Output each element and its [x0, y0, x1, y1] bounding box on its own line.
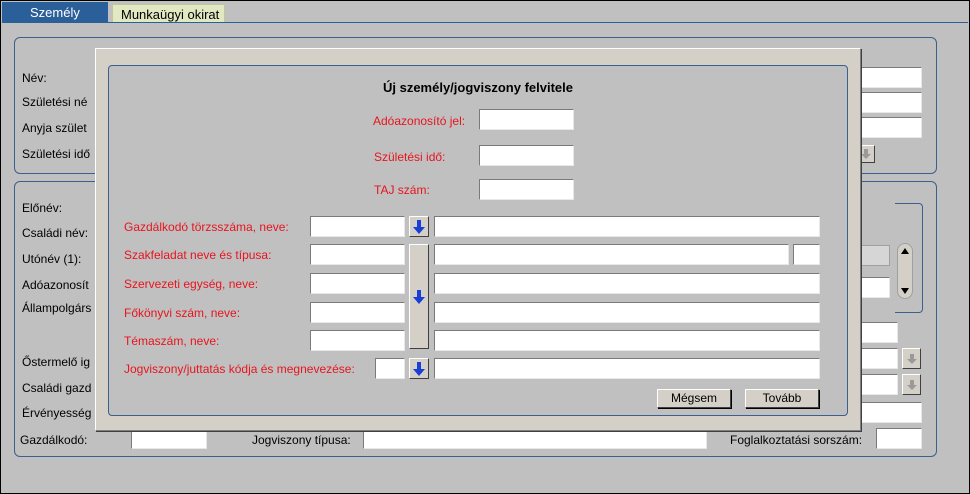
next-button[interactable]: Tovább [745, 389, 819, 408]
szakfeladat-nev-input[interactable] [434, 244, 789, 265]
szervezeti-egyseg-kod-input[interactable] [310, 273, 405, 294]
jogviszony-kod-label: Jogviszony/juttatás kódja és megnevezése… [124, 362, 355, 376]
csaladi-nev-label: Családi név: [22, 226, 89, 240]
ostermelo-field[interactable] [858, 348, 898, 369]
scroll-up-icon [901, 248, 909, 254]
szervezeti-egyseg-nev-input[interactable] [434, 273, 820, 294]
csaladi-gazd-field[interactable] [858, 374, 898, 395]
gazdalkodo-torzsszam-input[interactable] [310, 216, 405, 237]
gazdalkodo-label: Gazdálkodó: [20, 433, 88, 447]
ostermelo-label: Őstermelő ig [22, 355, 91, 369]
szuletesi-nev-field[interactable] [858, 92, 922, 113]
gazdalkodo-field[interactable] [131, 428, 207, 449]
utonev-field-disabled [858, 245, 890, 266]
arrow-down-icon [906, 353, 917, 364]
ervenyesseg-label: Érvényesség [22, 406, 92, 420]
adoazonosito-label: Adóazonosít [22, 278, 89, 292]
tab-strip-line [2, 22, 968, 23]
gazdalkodo-torzsszam-label: Gazdálkodó törzsszáma, neve: [124, 220, 289, 234]
arrow-down-icon [413, 219, 425, 234]
arrow-down-icon [413, 289, 425, 304]
szakfeladat-kod-input[interactable] [310, 244, 405, 265]
adoazonosito-jel-label: Adóazonosító jel: [373, 114, 466, 128]
jogviszony-tipusa-label: Jogviszony típusa: [252, 433, 351, 447]
foglalkoztatasi-sorszam-field[interactable] [876, 428, 922, 449]
tab-szemely[interactable]: Személy [2, 2, 108, 23]
jogviszony-tipusa-field[interactable] [363, 428, 707, 449]
adoazonosito-jel-input[interactable] [479, 109, 574, 130]
jogviszony-kod-input[interactable] [375, 358, 405, 379]
elonev-label: Előnév: [22, 201, 63, 215]
arrow-down-icon [906, 379, 917, 390]
fokonyvi-szam-label: Főkönyvi szám, neve: [124, 306, 241, 320]
tab-szemely-label: Személy [30, 5, 80, 20]
taj-szam-label: TAJ szám: [374, 183, 430, 197]
adoazonosito-field[interactable] [858, 277, 890, 298]
dialog-title: Új személy/jogviszony felvitele [382, 80, 574, 95]
arrow-down-icon [861, 149, 871, 159]
szuletesi-ido-input[interactable] [479, 145, 574, 166]
fokonyvi-nev-input[interactable] [434, 302, 820, 323]
nev-field[interactable] [858, 67, 922, 88]
fokonyvi-szam-input[interactable] [310, 302, 405, 323]
szuletesi-nev-label: Születési né [22, 95, 88, 109]
szervezeti-lookup-button[interactable] [409, 244, 429, 349]
tab-munkaugyi-okirat-label: Munkaügyi okirat [121, 7, 220, 22]
anyja-label: Anyja szület [22, 121, 87, 135]
jogviszony-lookup-button[interactable] [409, 358, 429, 379]
tab-munkaugyi-okirat[interactable]: Munkaügyi okirat [112, 4, 225, 23]
gazdalkodo-nev-input[interactable] [434, 216, 820, 237]
csaladi-gazd-label: Családi gazd [22, 381, 92, 395]
temaszam-input[interactable] [310, 330, 405, 351]
utonev-label: Utónév (1): [22, 252, 82, 266]
anyja-field[interactable] [858, 117, 922, 138]
szakfeladat-label: Szakfeladat neve és típusa: [124, 248, 272, 262]
utonev-scrollbar[interactable] [897, 243, 913, 299]
temaszam-label: Témaszám, neve: [124, 334, 220, 348]
gazdalkodo-lookup-button[interactable] [409, 216, 429, 237]
allampolgarsag-field[interactable] [858, 322, 898, 343]
allampolgarsag-label: Állampolgárs [22, 301, 92, 315]
nev-label: Név: [22, 71, 47, 85]
temaszam-nev-input[interactable] [434, 330, 820, 351]
szuletesi-ido-dialog-label: Születési idő: [374, 150, 446, 164]
csaladi-gazd-dropdown-button[interactable] [902, 374, 921, 395]
szervezeti-egyseg-label: Szervezeti egység, neve: [124, 277, 259, 291]
ostermelo-dropdown-button[interactable] [902, 348, 921, 369]
szuletesi-ido-label: Születési idő [22, 147, 91, 161]
cancel-button[interactable]: Mégsem [657, 389, 731, 408]
ervenyesseg-field[interactable] [858, 402, 922, 423]
szakfeladat-tipus-input[interactable] [793, 244, 820, 265]
foglalkoztatasi-sorszam-label: Foglalkoztatási sorszám: [730, 433, 863, 447]
scroll-down-icon [901, 288, 909, 294]
taj-szam-input[interactable] [479, 179, 574, 200]
jogviszony-nev-input[interactable] [434, 358, 820, 379]
arrow-down-icon [413, 361, 425, 376]
